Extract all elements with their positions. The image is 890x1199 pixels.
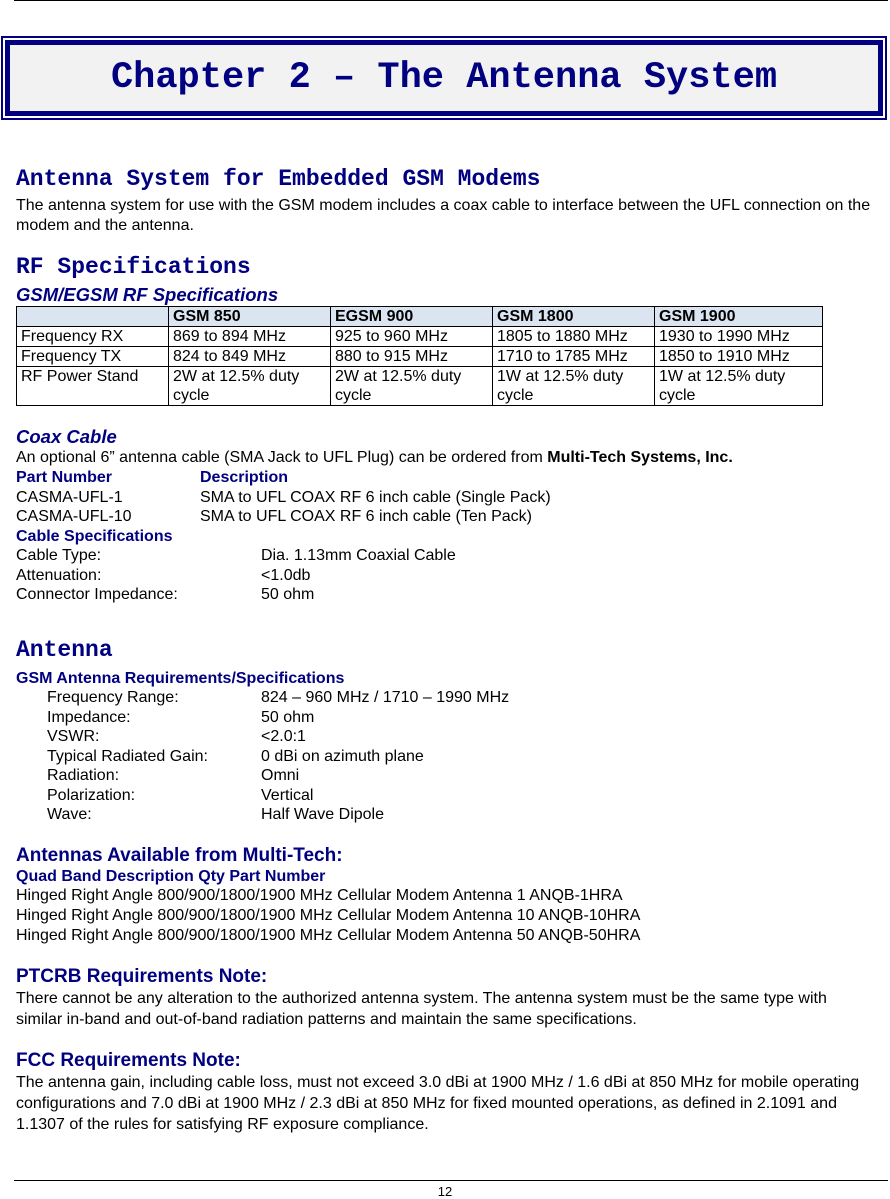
spec-value: Vertical [261,786,314,804]
spec-label: Cable Type: [16,547,102,564]
available-heading: Antennas Available from Multi-Tech: [16,844,343,866]
spec-label: Wave: [47,806,92,823]
table-cell: 880 to 915 MHz [330,346,493,367]
table-header-cell: EGSM 900 [330,306,493,327]
spec-label: Typical Radiated Gain: [47,747,208,765]
chapter-title-box: Chapter 2 – The Antenna System [1,36,887,120]
section-heading-antenna: Antenna [16,636,113,663]
fcc-heading: FCC Requirements Note: [16,1050,241,1071]
coax-heading: Coax Cable [16,426,117,447]
coax-intro: An optional 6” antenna cable (SMA Jack t… [16,448,876,468]
table-cell: 925 to 960 MHz [330,326,493,347]
spec-row: Radiation: Omni [47,766,876,786]
spec-label: Radiation: [47,767,120,784]
table-header-cell: GSM 1900 [654,306,823,327]
spec-row: Impedance: 50 ohm [47,708,876,728]
spec-label: Frequency Range: [47,689,179,706]
chapter-title-inner: Chapter 2 – The Antenna System [5,40,883,116]
spec-row: Connector Impedance: 50 ohm [16,585,876,605]
spec-label: Attenuation: [16,566,102,584]
table-cell: 1W at 12.5% duty cycle [492,366,655,406]
parts-header-part-number: Part Number [16,469,113,486]
table-row: Frequency RX 869 to 894 MHz 925 to 960 M… [16,326,823,347]
table-cell: 1850 to 1910 MHz [654,346,823,367]
table-cell: Frequency RX [16,326,169,347]
list-item: Hinged Right Angle 800/900/1800/1900 MHz… [16,907,641,924]
spec-row: Polarization: Vertical [47,786,876,806]
spec-row: Attenuation: <1.0db [16,566,876,586]
spec-label: Connector Impedance: [16,586,178,603]
spec-value: Dia. 1.13mm Coaxial Cable [261,547,456,564]
table-cell: 2W at 12.5% duty cycle [168,366,331,406]
section-body-embedded: The antenna system for use with the GSM … [16,197,871,234]
rf-spec-table: GSM 850 EGSM 900 GSM 1800 GSM 1900 Frequ… [16,306,823,406]
table-header-row: GSM 850 EGSM 900 GSM 1800 GSM 1900 [16,306,823,327]
spec-label: Polarization: [47,786,136,804]
antenna-req-heading: GSM Antenna Requirements/Specifications [16,669,345,687]
table-row: RF Power Stand 2W at 12.5% duty cycle 2W… [16,366,823,406]
table-header-cell: GSM 850 [168,306,331,327]
list-item: CASMA-UFL-1 SMA to UFL COAX RF 6 inch ca… [16,488,876,508]
coax-intro-text: An optional 6” antenna cable (SMA Jack t… [16,449,548,466]
page-content: Antenna System for Embedded GSM Modems T… [16,164,876,1135]
table-header-cell [16,306,169,327]
fcc-body: The antenna gain, including cable loss, … [16,1074,860,1133]
table-cell: Frequency TX [16,346,169,367]
spec-value: 50 ohm [261,708,315,726]
header-rule [14,0,888,1]
spec-value: 0 dBi on azimuth plane [261,747,424,765]
table-row: Frequency TX 824 to 849 MHz 880 to 915 M… [16,346,823,367]
spec-value: Omni [261,767,300,784]
table-cell: 869 to 894 MHz [168,326,331,347]
page-number: 12 [437,1184,453,1199]
part-description: SMA to UFL COAX RF 6 inch cable (Single … [200,488,551,506]
spec-value: <2.0:1 [261,728,306,745]
table-header-cell: GSM 1800 [492,306,655,327]
available-columns: Quad Band Description Qty Part Number [16,867,326,885]
spec-row: Wave: Half Wave Dipole [47,805,876,825]
spec-value: 824 – 960 MHz / 1710 – 1990 MHz [261,689,510,706]
table-cell: 2W at 12.5% duty cycle [330,366,493,406]
spec-row: Frequency Range: 824 – 960 MHz / 1710 – 1… [47,688,876,708]
cable-specs-heading: Cable Specifications [16,527,173,545]
spec-row: Typical Radiated Gain: 0 dBi on azimuth p… [47,747,876,767]
spec-value: 50 ohm [261,586,315,603]
part-number: CASMA-UFL-1 [16,488,123,506]
parts-header: Part Number Description [16,468,876,488]
footer-rule [14,1180,888,1181]
part-number: CASMA-UFL-10 [16,508,132,525]
table-cell: 1930 to 1990 MHz [654,326,823,347]
table-cell: 1710 to 1785 MHz [492,346,655,367]
spec-row: VSWR: <2.0:1 [47,727,876,747]
ptcrb-heading: PTCRB Requirements Note: [16,966,268,987]
coax-vendor: Multi-Tech Systems, Inc. [547,449,733,466]
table-cell: 824 to 849 MHz [168,346,331,367]
spec-row: Cable Type: Dia. 1.13mm Coaxial Cable [16,546,876,566]
antenna-spec-list: Frequency Range: 824 – 960 MHz / 1710 – 1… [16,688,876,825]
spec-value: Half Wave Dipole [261,806,385,823]
part-description: SMA to UFL COAX RF 6 inch cable (Ten Pac… [200,508,532,525]
table-cell: 1805 to 1880 MHz [492,326,655,347]
spec-value: <1.0db [261,566,311,584]
list-item: CASMA-UFL-10 SMA to UFL COAX RF 6 inch c… [16,507,876,527]
rf-table-title: GSM/EGSM RF Specifications [16,284,279,305]
spec-label: Impedance: [47,708,131,726]
chapter-title: Chapter 2 – The Antenna System [110,57,778,99]
table-cell: RF Power Stand [16,366,169,406]
parts-header-description: Description [200,469,289,486]
section-heading-embedded: Antenna System for Embedded GSM Modems [16,166,541,192]
table-cell: 1W at 12.5% duty cycle [654,366,823,406]
ptcrb-body: There cannot be any alteration to the au… [16,990,827,1028]
list-item: Hinged Right Angle 800/900/1800/1900 MHz… [16,887,623,904]
list-item: Hinged Right Angle 800/900/1800/1900 MHz… [16,927,641,944]
section-heading-rf: RF Specifications [16,254,251,280]
spec-label: VSWR: [47,728,100,745]
